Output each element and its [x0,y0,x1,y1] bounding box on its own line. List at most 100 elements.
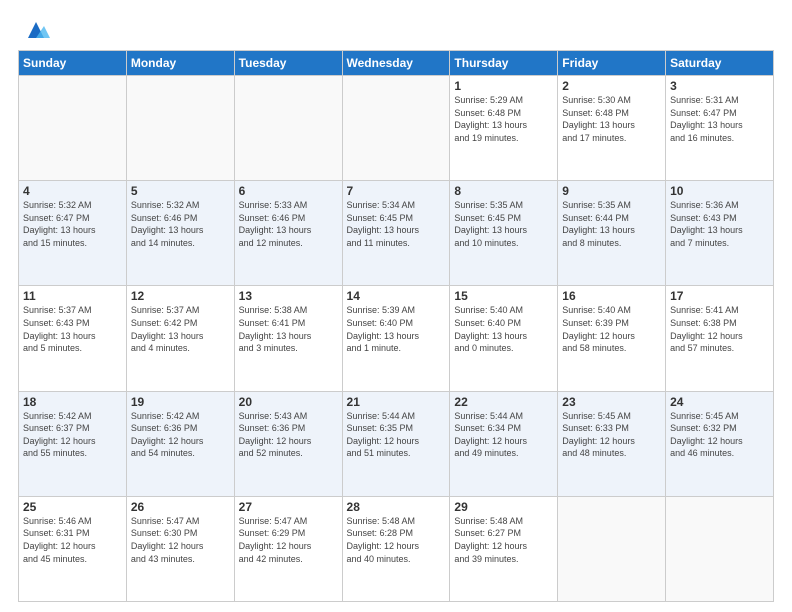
day-info: Sunrise: 5:37 AM Sunset: 6:43 PM Dayligh… [23,304,122,354]
calendar-header-row: SundayMondayTuesdayWednesdayThursdayFrid… [19,51,774,76]
calendar-cell [342,76,450,181]
weekday-header-saturday: Saturday [666,51,774,76]
day-number: 18 [23,395,122,409]
day-number: 12 [131,289,230,303]
calendar-cell: 28Sunrise: 5:48 AM Sunset: 6:28 PM Dayli… [342,496,450,601]
calendar-cell: 21Sunrise: 5:44 AM Sunset: 6:35 PM Dayli… [342,391,450,496]
calendar-cell: 13Sunrise: 5:38 AM Sunset: 6:41 PM Dayli… [234,286,342,391]
day-number: 26 [131,500,230,514]
calendar-cell: 23Sunrise: 5:45 AM Sunset: 6:33 PM Dayli… [558,391,666,496]
calendar-cell: 12Sunrise: 5:37 AM Sunset: 6:42 PM Dayli… [126,286,234,391]
calendar-cell: 25Sunrise: 5:46 AM Sunset: 6:31 PM Dayli… [19,496,127,601]
day-info: Sunrise: 5:31 AM Sunset: 6:47 PM Dayligh… [670,94,769,144]
day-info: Sunrise: 5:33 AM Sunset: 6:46 PM Dayligh… [239,199,338,249]
day-number: 11 [23,289,122,303]
weekday-header-monday: Monday [126,51,234,76]
day-info: Sunrise: 5:36 AM Sunset: 6:43 PM Dayligh… [670,199,769,249]
day-info: Sunrise: 5:40 AM Sunset: 6:40 PM Dayligh… [454,304,553,354]
calendar-cell: 3Sunrise: 5:31 AM Sunset: 6:47 PM Daylig… [666,76,774,181]
calendar-cell: 7Sunrise: 5:34 AM Sunset: 6:45 PM Daylig… [342,181,450,286]
day-info: Sunrise: 5:29 AM Sunset: 6:48 PM Dayligh… [454,94,553,144]
day-info: Sunrise: 5:30 AM Sunset: 6:48 PM Dayligh… [562,94,661,144]
day-number: 19 [131,395,230,409]
calendar-cell: 16Sunrise: 5:40 AM Sunset: 6:39 PM Dayli… [558,286,666,391]
weekday-header-sunday: Sunday [19,51,127,76]
weekday-header-thursday: Thursday [450,51,558,76]
day-number: 8 [454,184,553,198]
calendar-cell: 27Sunrise: 5:47 AM Sunset: 6:29 PM Dayli… [234,496,342,601]
day-info: Sunrise: 5:38 AM Sunset: 6:41 PM Dayligh… [239,304,338,354]
day-number: 17 [670,289,769,303]
day-number: 6 [239,184,338,198]
day-info: Sunrise: 5:37 AM Sunset: 6:42 PM Dayligh… [131,304,230,354]
calendar-cell: 29Sunrise: 5:48 AM Sunset: 6:27 PM Dayli… [450,496,558,601]
day-number: 9 [562,184,661,198]
calendar-cell: 22Sunrise: 5:44 AM Sunset: 6:34 PM Dayli… [450,391,558,496]
day-info: Sunrise: 5:39 AM Sunset: 6:40 PM Dayligh… [347,304,446,354]
calendar-cell: 11Sunrise: 5:37 AM Sunset: 6:43 PM Dayli… [19,286,127,391]
calendar-cell: 17Sunrise: 5:41 AM Sunset: 6:38 PM Dayli… [666,286,774,391]
day-number: 20 [239,395,338,409]
calendar-table: SundayMondayTuesdayWednesdayThursdayFrid… [18,50,774,602]
day-info: Sunrise: 5:48 AM Sunset: 6:28 PM Dayligh… [347,515,446,565]
calendar-week-row: 18Sunrise: 5:42 AM Sunset: 6:37 PM Dayli… [19,391,774,496]
day-number: 5 [131,184,230,198]
day-number: 16 [562,289,661,303]
day-info: Sunrise: 5:35 AM Sunset: 6:44 PM Dayligh… [562,199,661,249]
calendar-cell: 18Sunrise: 5:42 AM Sunset: 6:37 PM Dayli… [19,391,127,496]
day-number: 28 [347,500,446,514]
day-info: Sunrise: 5:35 AM Sunset: 6:45 PM Dayligh… [454,199,553,249]
logo-icon [22,16,50,44]
day-info: Sunrise: 5:48 AM Sunset: 6:27 PM Dayligh… [454,515,553,565]
calendar-cell [19,76,127,181]
calendar-cell: 6Sunrise: 5:33 AM Sunset: 6:46 PM Daylig… [234,181,342,286]
day-info: Sunrise: 5:44 AM Sunset: 6:34 PM Dayligh… [454,410,553,460]
calendar-cell: 1Sunrise: 5:29 AM Sunset: 6:48 PM Daylig… [450,76,558,181]
top-section [18,16,774,44]
weekday-header-tuesday: Tuesday [234,51,342,76]
calendar-cell [558,496,666,601]
calendar-cell [234,76,342,181]
day-info: Sunrise: 5:34 AM Sunset: 6:45 PM Dayligh… [347,199,446,249]
day-number: 10 [670,184,769,198]
day-number: 15 [454,289,553,303]
day-info: Sunrise: 5:45 AM Sunset: 6:32 PM Dayligh… [670,410,769,460]
calendar-cell: 2Sunrise: 5:30 AM Sunset: 6:48 PM Daylig… [558,76,666,181]
day-number: 3 [670,79,769,93]
calendar-cell: 26Sunrise: 5:47 AM Sunset: 6:30 PM Dayli… [126,496,234,601]
day-number: 22 [454,395,553,409]
day-info: Sunrise: 5:45 AM Sunset: 6:33 PM Dayligh… [562,410,661,460]
page: SundayMondayTuesdayWednesdayThursdayFrid… [0,0,792,612]
day-info: Sunrise: 5:32 AM Sunset: 6:46 PM Dayligh… [131,199,230,249]
calendar-cell [126,76,234,181]
weekday-header-friday: Friday [558,51,666,76]
calendar-week-row: 4Sunrise: 5:32 AM Sunset: 6:47 PM Daylig… [19,181,774,286]
calendar-cell: 4Sunrise: 5:32 AM Sunset: 6:47 PM Daylig… [19,181,127,286]
day-info: Sunrise: 5:32 AM Sunset: 6:47 PM Dayligh… [23,199,122,249]
calendar-cell [666,496,774,601]
calendar-week-row: 25Sunrise: 5:46 AM Sunset: 6:31 PM Dayli… [19,496,774,601]
day-number: 29 [454,500,553,514]
day-info: Sunrise: 5:46 AM Sunset: 6:31 PM Dayligh… [23,515,122,565]
day-info: Sunrise: 5:40 AM Sunset: 6:39 PM Dayligh… [562,304,661,354]
calendar-cell: 5Sunrise: 5:32 AM Sunset: 6:46 PM Daylig… [126,181,234,286]
calendar-week-row: 11Sunrise: 5:37 AM Sunset: 6:43 PM Dayli… [19,286,774,391]
day-number: 27 [239,500,338,514]
calendar-week-row: 1Sunrise: 5:29 AM Sunset: 6:48 PM Daylig… [19,76,774,181]
day-info: Sunrise: 5:47 AM Sunset: 6:29 PM Dayligh… [239,515,338,565]
calendar-cell: 24Sunrise: 5:45 AM Sunset: 6:32 PM Dayli… [666,391,774,496]
day-number: 13 [239,289,338,303]
calendar-cell: 10Sunrise: 5:36 AM Sunset: 6:43 PM Dayli… [666,181,774,286]
day-info: Sunrise: 5:42 AM Sunset: 6:37 PM Dayligh… [23,410,122,460]
calendar-cell: 14Sunrise: 5:39 AM Sunset: 6:40 PM Dayli… [342,286,450,391]
calendar-cell: 9Sunrise: 5:35 AM Sunset: 6:44 PM Daylig… [558,181,666,286]
calendar-cell: 20Sunrise: 5:43 AM Sunset: 6:36 PM Dayli… [234,391,342,496]
day-number: 7 [347,184,446,198]
day-number: 24 [670,395,769,409]
day-info: Sunrise: 5:44 AM Sunset: 6:35 PM Dayligh… [347,410,446,460]
day-number: 4 [23,184,122,198]
day-number: 2 [562,79,661,93]
calendar-cell: 19Sunrise: 5:42 AM Sunset: 6:36 PM Dayli… [126,391,234,496]
day-number: 25 [23,500,122,514]
calendar-cell: 15Sunrise: 5:40 AM Sunset: 6:40 PM Dayli… [450,286,558,391]
